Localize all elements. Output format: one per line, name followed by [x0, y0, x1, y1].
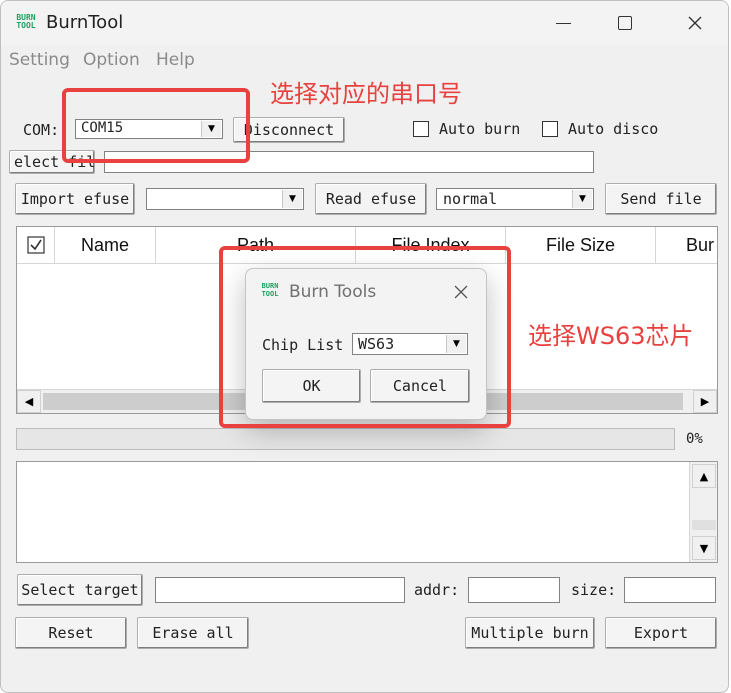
log-textarea[interactable]: ▲ ▼ [16, 461, 718, 563]
auto-disconnect-label: Auto disco [568, 120, 659, 138]
arrow-up-icon: ▲ [699, 469, 709, 483]
com-label: COM: [23, 121, 60, 139]
column-header-name[interactable]: Name [55, 227, 156, 263]
com-port-highlight-box [62, 88, 250, 163]
menu-bar: Setting Option Help [1, 45, 728, 75]
auto-burn-checkbox[interactable] [413, 121, 429, 137]
arrow-down-icon: ▼ [699, 541, 709, 555]
menu-help[interactable]: Help [156, 50, 195, 70]
log-vertical-scrollbar[interactable]: ▲ ▼ [689, 462, 717, 562]
close-icon [688, 16, 702, 30]
chip-select-highlight-box [219, 246, 511, 428]
auto-burn-label: Auto burn [439, 120, 521, 138]
com-port-annotation: 选择对应的串口号 [270, 80, 462, 108]
erase-all-button[interactable]: Erase all [137, 617, 249, 649]
mode-select[interactable]: normal ▼ [436, 188, 594, 210]
scroll-down-button[interactable]: ▼ [692, 536, 716, 560]
window-title: BurnTool [46, 12, 124, 33]
size-input[interactable] [624, 577, 716, 603]
title-bar: BURN TOOL BurnTool [1, 1, 728, 45]
select-target-button[interactable]: Select target [17, 574, 143, 606]
minimize-icon [555, 22, 571, 24]
scroll-left-button[interactable]: ◀ [17, 390, 41, 413]
arrow-right-icon: ▶ [700, 395, 710, 408]
maximize-icon [618, 16, 632, 30]
menu-option[interactable]: Option [83, 50, 140, 70]
scroll-right-button[interactable]: ▶ [693, 390, 717, 413]
chip-select-annotation: 选择WS63芯片 [528, 322, 694, 350]
minimize-button[interactable] [541, 7, 585, 39]
log-scrollbar-track[interactable] [692, 520, 716, 530]
app-logo-icon: BURN TOOL [16, 13, 36, 30]
arrow-left-icon: ◀ [24, 395, 34, 408]
progress-percent: 0% [686, 431, 703, 447]
multiple-burn-button[interactable]: Multiple burn [465, 617, 595, 649]
menu-setting[interactable]: Setting [9, 50, 70, 70]
chevron-down-icon: ▼ [282, 190, 302, 208]
size-label: size: [571, 581, 617, 599]
chevron-down-icon: ▼ [572, 190, 592, 208]
scroll-up-button[interactable]: ▲ [692, 464, 716, 488]
reset-button[interactable]: Reset [15, 617, 127, 649]
column-header-burn[interactable]: Bur [656, 227, 717, 263]
maximize-button[interactable] [603, 7, 647, 39]
addr-label: addr: [414, 581, 460, 599]
read-efuse-button[interactable]: Read efuse [315, 183, 427, 215]
column-header-file-size[interactable]: File Size [506, 227, 656, 263]
send-file-button[interactable]: Send file [605, 183, 717, 215]
export-button[interactable]: Export [605, 617, 717, 649]
select-all-checkbox[interactable] [17, 227, 55, 263]
target-input[interactable] [155, 577, 405, 603]
efuse-select[interactable]: ▼ [146, 188, 304, 210]
progress-bar [16, 428, 675, 450]
import-efuse-button[interactable]: Import efuse [15, 183, 135, 215]
mode-select-value: normal [443, 190, 498, 208]
close-button[interactable] [673, 7, 717, 39]
auto-disconnect-checkbox[interactable] [542, 121, 558, 137]
addr-input[interactable] [468, 577, 560, 603]
checkbox-checked-icon [26, 236, 45, 254]
